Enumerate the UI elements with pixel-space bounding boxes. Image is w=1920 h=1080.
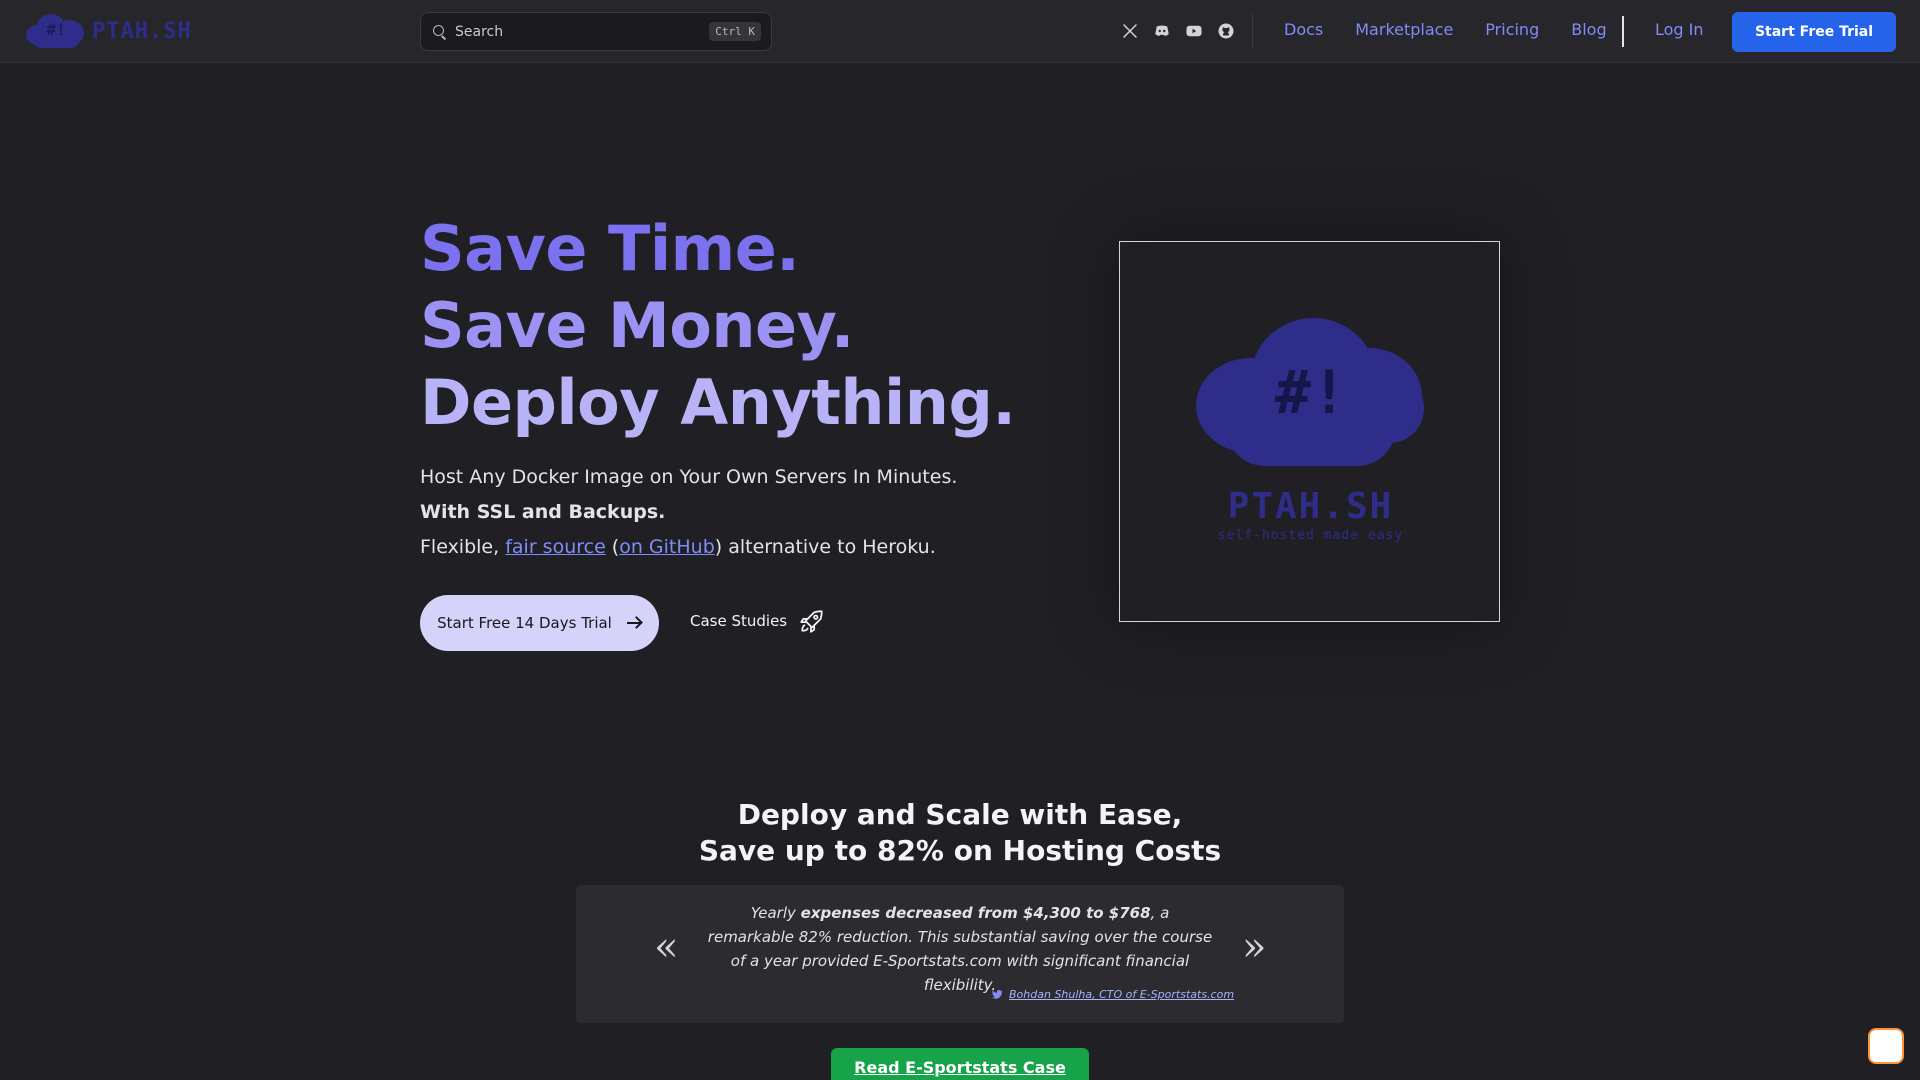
divider (1252, 14, 1253, 49)
search-shortcut-badge: Ctrl K (709, 22, 761, 41)
savings-title: Deploy and Scale with Ease, Save up to 8… (698, 798, 1222, 867)
testimonial-author-link[interactable]: Bohdan Shulha, CTO of E-Sportstats.com (990, 988, 1234, 1001)
previous-testimonial-button[interactable]: « (654, 927, 678, 967)
hero-line-2: Save Money. (420, 289, 854, 362)
social-links (1120, 21, 1236, 41)
search-icon (433, 24, 447, 39)
next-testimonial-button[interactable]: » (1242, 927, 1266, 967)
twitter-bird-icon (991, 990, 1002, 999)
discord-icon[interactable] (1152, 21, 1172, 41)
github-link[interactable]: on GitHub (619, 536, 715, 558)
x-icon[interactable] (1120, 21, 1140, 41)
hero-sub-2: With SSL and Backups. (420, 501, 666, 523)
case-studies-link[interactable]: Case Studies (690, 608, 825, 634)
main-nav: Docs Marketplace Pricing Blog (1284, 20, 1607, 39)
github-icon[interactable] (1216, 21, 1236, 41)
nav-pricing[interactable]: Pricing (1485, 20, 1539, 39)
logo-link[interactable]: #! PTAH.SH (24, 10, 192, 52)
hero-line-3: Deploy Anything. (420, 366, 1016, 439)
cloud-logo-icon: #! (24, 10, 88, 52)
hero-line-1: Save Time. (420, 212, 800, 285)
divider (1622, 16, 1624, 47)
hero-subtitle: Host Any Docker Image on Your Own Server… (420, 460, 957, 565)
case-studies-label: Case Studies (690, 612, 788, 630)
nav-blog[interactable]: Blog (1571, 20, 1606, 39)
chat-widget-button[interactable] (1868, 1028, 1904, 1064)
testimonial-quote: Yearly expenses decreased from $4,300 to… (707, 904, 1213, 994)
hero-logo-image: #! PTAH.SH self-hosted made easy (1119, 241, 1500, 622)
logo-tagline: self-hosted made easy (1217, 528, 1404, 543)
hero-sub-1: Host Any Docker Image on Your Own Server… (420, 466, 958, 488)
hero-headline: Save Time. Save Money. Deploy Anything. (420, 210, 1016, 441)
rocket-icon (800, 610, 823, 633)
youtube-icon[interactable] (1184, 21, 1204, 41)
logo-text: PTAH.SH (92, 18, 192, 44)
start-free-trial-button[interactable]: Start Free Trial (1732, 12, 1896, 52)
logo-title: PTAH.SH (1227, 486, 1394, 527)
arrow-right-icon (626, 616, 642, 630)
search-input[interactable] (455, 23, 710, 40)
testimonial-card: « Yearly expenses decreased from $4,300 … (576, 885, 1344, 1023)
logo-mark: #! (1274, 358, 1348, 428)
login-link[interactable]: Log In (1655, 20, 1704, 39)
search-box[interactable]: Ctrl K (420, 12, 772, 51)
cta-label: Start Free 14 Days Trial (437, 614, 612, 632)
fair-source-link[interactable]: fair source (505, 536, 606, 558)
start-trial-cta-button[interactable]: Start Free 14 Days Trial (420, 595, 659, 651)
nav-marketplace[interactable]: Marketplace (1355, 20, 1453, 39)
read-case-study-button[interactable]: Read E-Sportstats Case Study (831, 1048, 1089, 1080)
nav-docs[interactable]: Docs (1284, 20, 1323, 39)
top-navbar: #! PTAH.SH Ctrl K Docs Marketplace Prici… (0, 0, 1920, 63)
hero-sub-3: Flexible, fair source (on GitHub) altern… (420, 536, 936, 558)
